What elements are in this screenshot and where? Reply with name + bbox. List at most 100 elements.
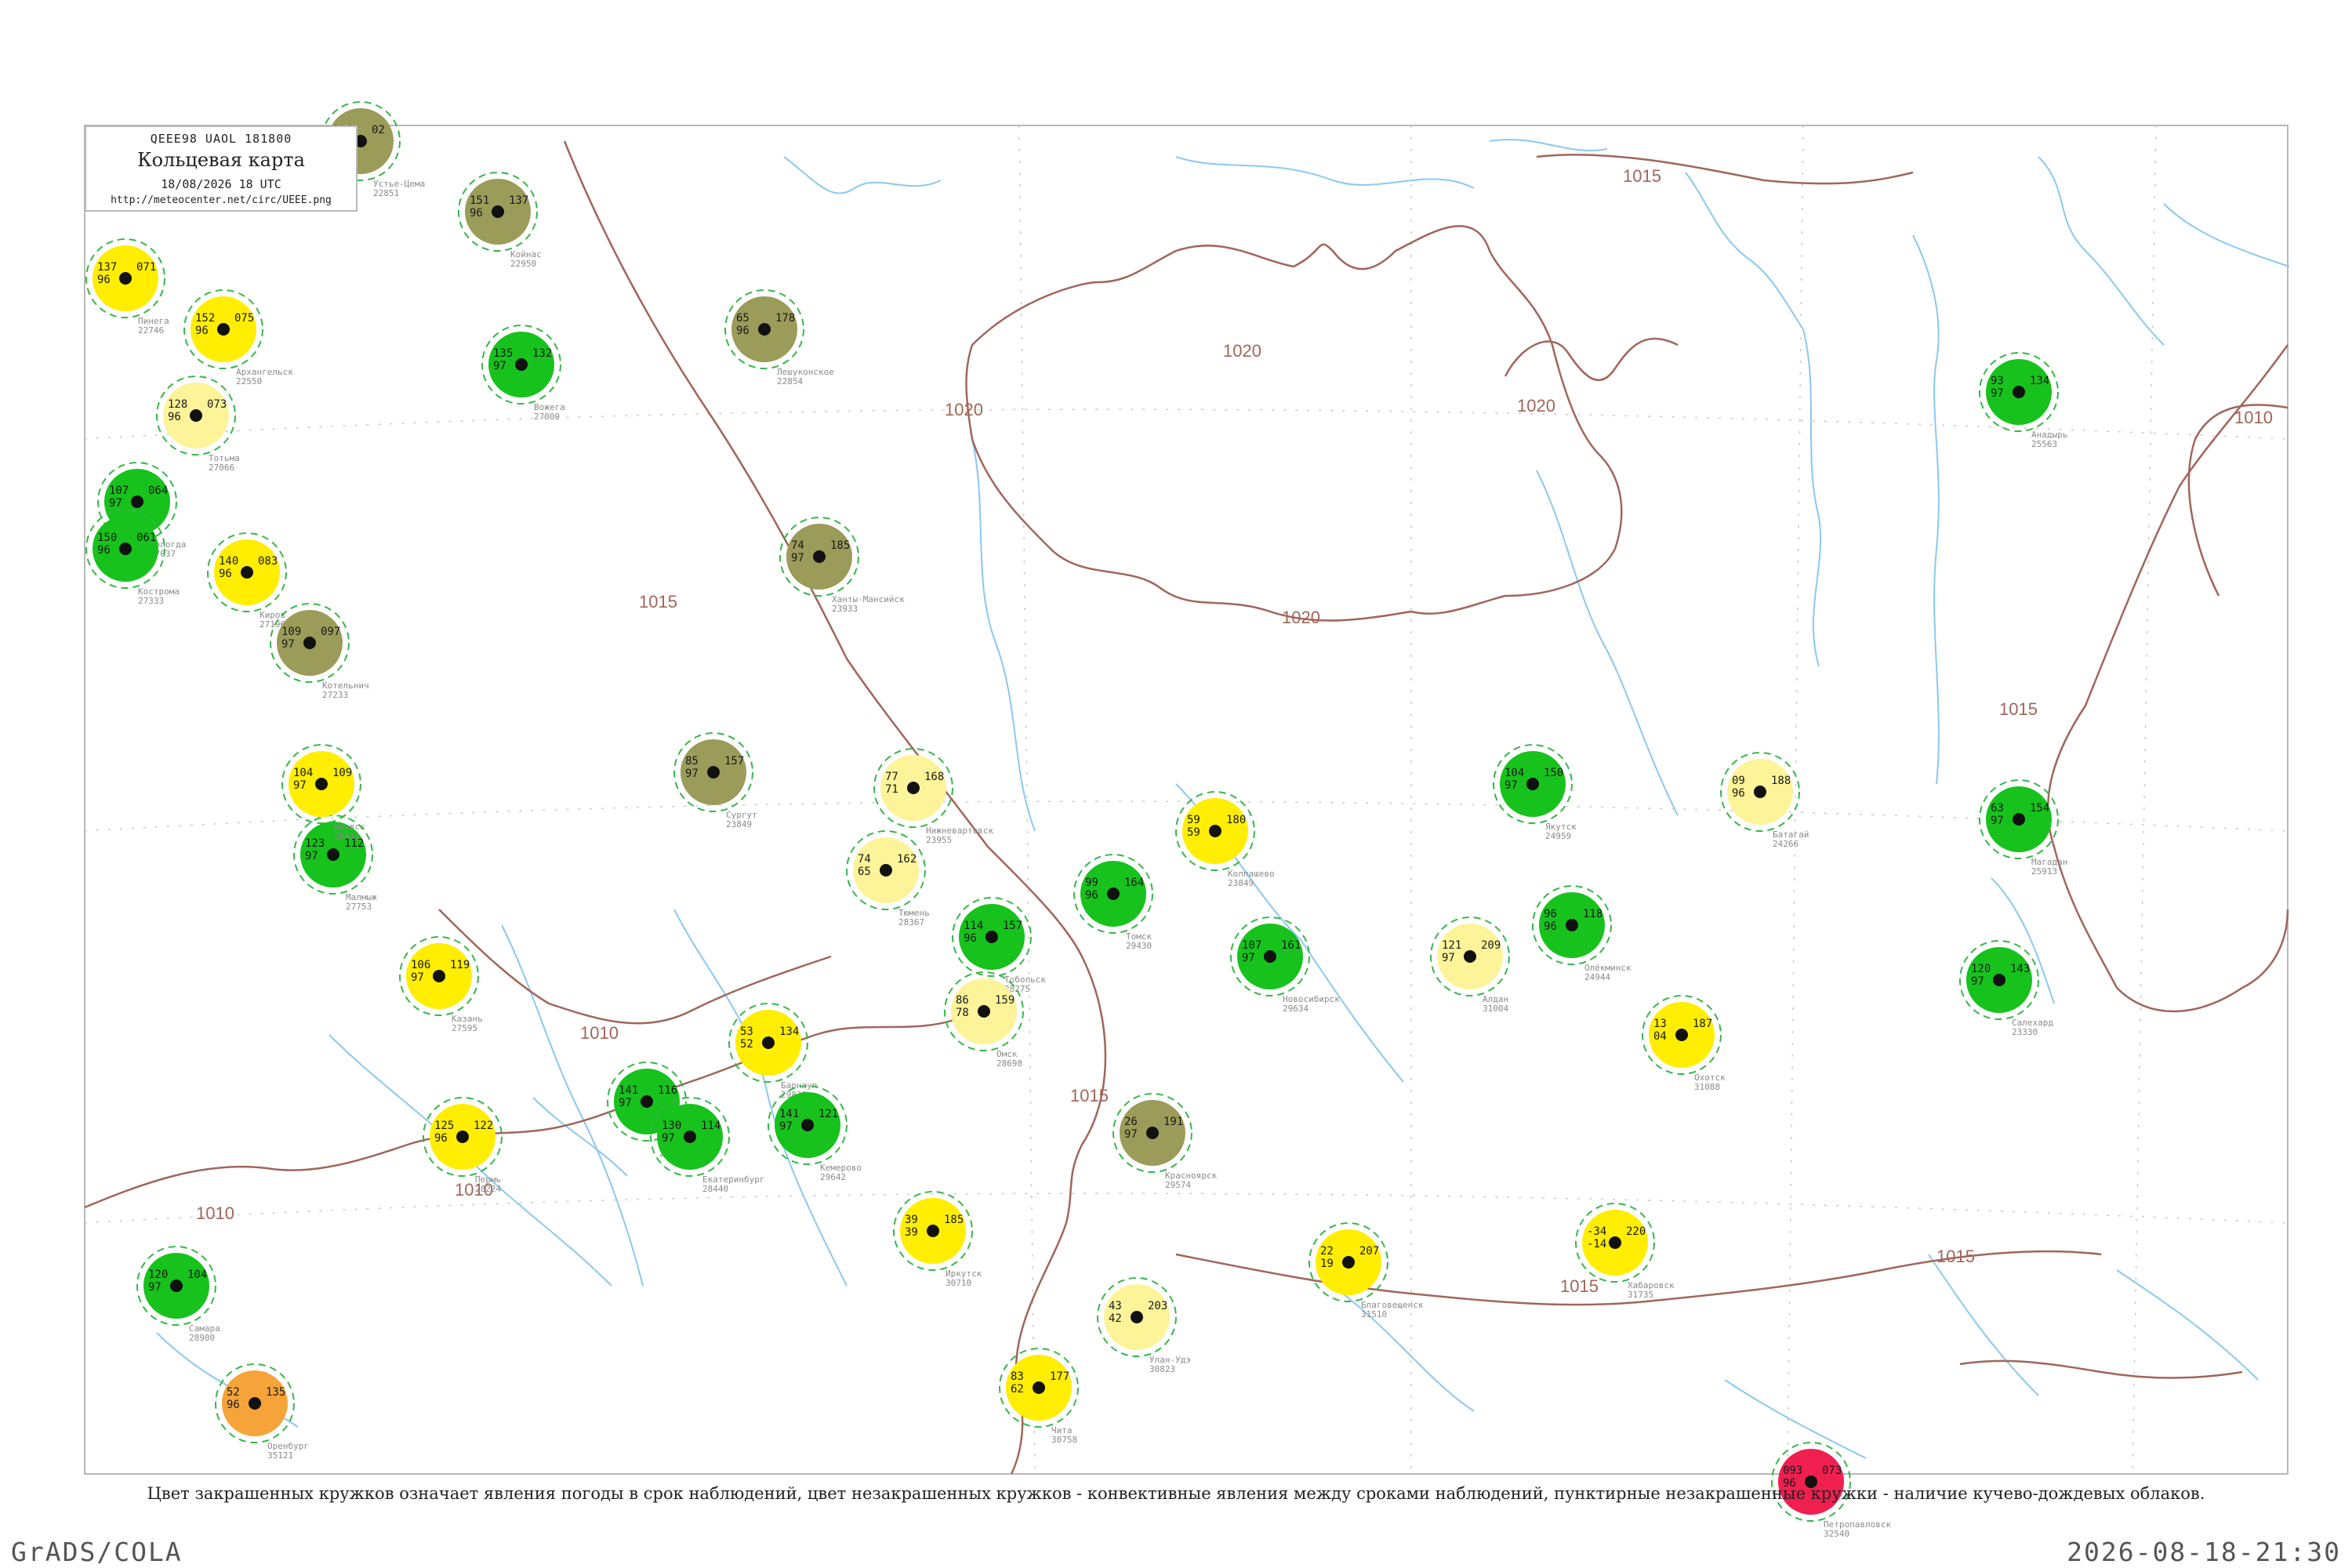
station-marker: 85 15797Сургут23849 [673,732,757,829]
station-temp: 130 [662,1120,681,1132]
isobar-label: 1010 [196,1203,234,1223]
station-id: 27009 [534,412,560,422]
station-temp: 52 [227,1386,240,1399]
isobars [84,140,2289,1475]
cloud-cover-icon [1526,778,1539,790]
station-marker: 65 17896Лешуконское22854 [724,289,834,387]
station-temp: 107 [109,485,129,497]
station-id: 31088 [1694,1082,1720,1092]
station-id: 31735 [1628,1290,1653,1300]
isobar-label: 1020 [945,400,983,419]
station-weather-code: 96 [227,1399,240,1411]
cloud-cover-icon [1146,1127,1159,1139]
station-id: 25913 [2031,866,2057,877]
station-marker: 39 18539Иркутск30710 [893,1191,982,1288]
cloud-cover-icon [119,543,132,555]
station-marker: 74 16265Тюмень28367 [846,830,930,927]
station-weather-code: 96 [195,325,209,337]
station-temp: 09 [1732,775,1745,787]
station-marker: 43 20342Улан-Удэ30823 [1097,1277,1191,1374]
station-temp: 137 [97,261,117,274]
station-id: 22550 [236,376,262,387]
station-id: 29642 [820,1172,846,1182]
station-marker: 104 15097Якутск24959 [1493,744,1577,841]
station-temp: 141 [619,1084,638,1097]
station-temp: 59 [1187,814,1200,826]
isobar-label: 1015 [1070,1086,1109,1105]
station-weather-code: 78 [956,1007,969,1019]
station-pressure: 134 [2030,375,2049,387]
station-pressure: 220 [1626,1225,1646,1238]
cloud-cover-icon [1033,1381,1045,1394]
cloud-cover-icon [1464,950,1476,963]
station-pressure: 073 [207,398,227,411]
station-pressure: 159 [995,994,1014,1007]
station-weather-code: 96 [168,411,181,423]
isobar-line-1015-north [1536,154,1914,185]
station-weather-code: 97 [662,1132,675,1145]
station-weather-code: 96 [1544,920,1557,933]
station-temp: 125 [434,1120,454,1132]
station-marker: 52 13596Оренбург35121 [215,1363,309,1461]
station-temp: 109 [281,626,301,638]
station-weather-code: 97 [305,850,318,862]
station-pressure: 207 [1359,1245,1379,1258]
station-temp: 123 [305,837,325,850]
station-weather-code: 96 [434,1132,448,1145]
cloud-cover-icon [1107,887,1120,900]
station-temp: 39 [905,1214,918,1226]
cloud-cover-icon [131,495,143,508]
legend-caption: Цвет закрашенных кружков означает явлени… [147,1484,2205,1503]
isobar-label: 1020 [1517,396,1555,416]
station-marker: 114 15796Тобольск28275 [952,897,1046,994]
station-pressure: 097 [321,626,340,638]
station-marker: 59 18059Колпашево23849 [1175,791,1275,888]
station-id: 27753 [346,902,372,912]
station-weather-code: 97 [1442,952,1455,964]
station-pressure: 209 [1481,939,1501,952]
station-weather-code: 96 [219,568,232,580]
station-weather-code: 71 [885,783,898,796]
station-id: 31510 [1361,1309,1387,1319]
station-marker: 135 13297Вожега27009 [481,325,565,422]
station-id: 22854 [777,376,803,387]
station-id: 23849 [726,819,752,829]
station-pressure: 154 [2030,802,2049,815]
station-marker: 120 14397Салехард23330 [1959,940,2053,1037]
station-temp: 63 [1991,802,2004,815]
cloud-cover-icon [303,637,316,649]
isobar-label: 1010 [580,1023,619,1043]
cloud-cover-icon [249,1397,261,1410]
station-temp: 093 [1783,1465,1802,1477]
station-temp: 150 [97,532,117,544]
station-marker: 106 11997Казань27595 [399,936,483,1033]
station-weather-code: 97 [791,552,804,564]
station-id: 29430 [1126,941,1152,951]
station-marker: 128 07396Тотьма27066 [156,376,240,473]
station-id: 23955 [926,835,952,845]
station-weather-code: 97 [1504,779,1518,792]
station-marker: 120 10497Самара28900 [136,1246,220,1343]
station-id: 24959 [1545,831,1571,841]
station-id: 30758 [1051,1435,1077,1445]
cloud-cover-icon [492,205,504,218]
weather-map: 1020 1020 1020 1020 1015 1015 1015 1015 … [84,101,2290,1539]
station-pressure: 075 [234,312,254,325]
station-id: 32540 [1824,1529,1849,1539]
station-pressure: 185 [944,1214,964,1226]
station-id: 28224 [475,1184,501,1194]
station-pressure: 137 [509,194,528,207]
cloud-cover-icon [241,566,253,579]
cloud-cover-icon [1131,1311,1143,1323]
map-info-box: QEEE98 UAOL 181800 Кольцевая карта 18/08… [85,125,358,212]
station-marker: 63 15497Магадан25913 [1979,779,2067,877]
cloud-cover-icon [170,1279,183,1292]
station-pressure: 132 [532,347,552,360]
cloud-cover-icon [985,931,998,943]
cloud-cover-icon [433,970,445,982]
station-pressure: 134 [779,1025,799,1038]
station-id: 22950 [510,259,536,269]
cloud-cover-icon [1209,825,1221,837]
station-temp: 43 [1109,1300,1122,1312]
station-temp: 77 [885,771,898,783]
